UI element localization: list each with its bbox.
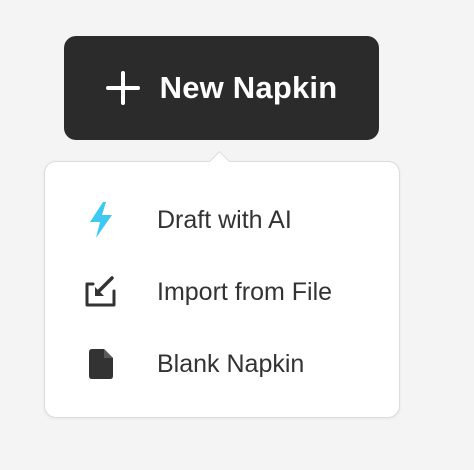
document-icon <box>81 344 121 384</box>
new-napkin-button[interactable]: New Napkin <box>64 36 379 140</box>
menu-item-label: Import from File <box>157 277 333 306</box>
menu-item-label: Blank Napkin <box>157 349 305 378</box>
menu-item-blank-napkin[interactable]: Blank Napkin <box>45 336 399 392</box>
menu-caret <box>208 150 231 173</box>
import-icon <box>81 272 121 312</box>
menu-item-draft-with-ai[interactable]: Draft with AI <box>45 192 399 248</box>
plus-icon <box>105 71 140 105</box>
new-napkin-label: New Napkin <box>159 70 338 105</box>
lightning-icon <box>81 200 121 240</box>
new-napkin-dropdown-menu: Draft with AI Import from File Blank Nap… <box>44 150 400 418</box>
menu-item-label: Draft with AI <box>157 205 292 234</box>
menu-item-import-from-file[interactable]: Import from File <box>45 264 399 320</box>
